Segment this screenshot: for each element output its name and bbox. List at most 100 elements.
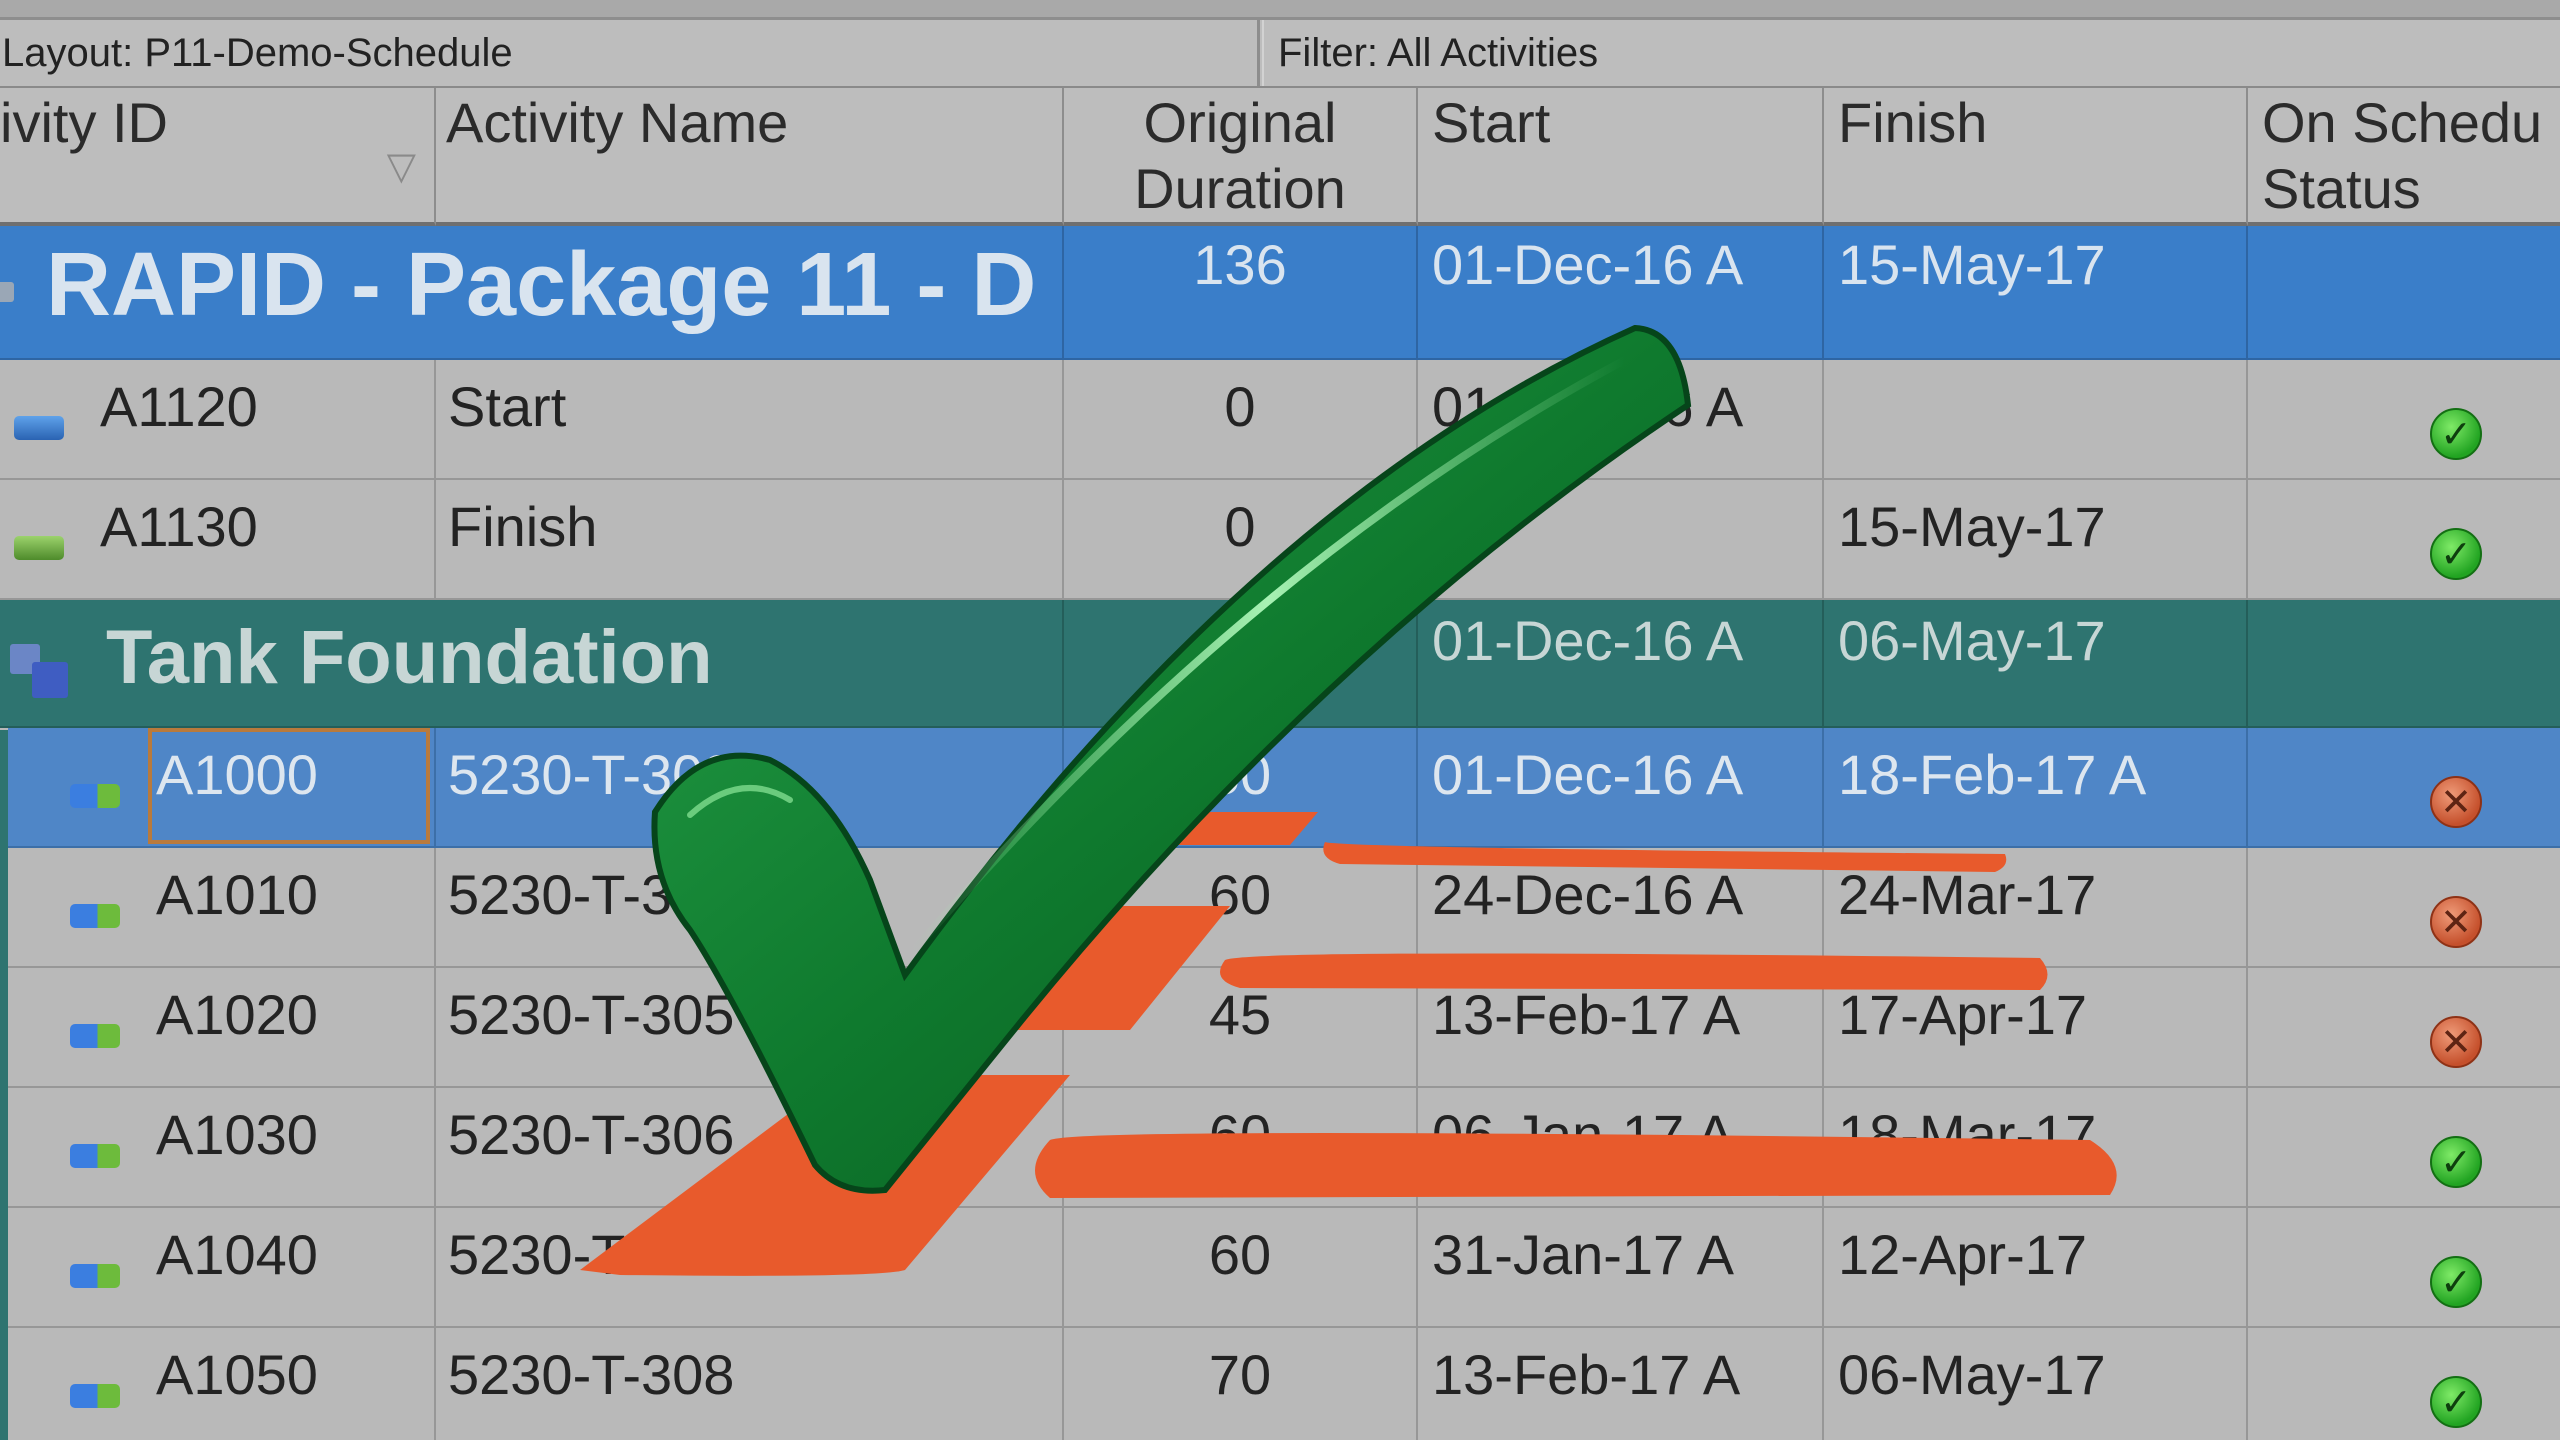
cell-status[interactable]: ✓ (2248, 360, 2560, 480)
cell-duration[interactable]: 0 (1064, 360, 1418, 480)
cell-duration[interactable]: 45 (1064, 968, 1418, 1088)
wbs-project-name: RAPID - Package 11 - D (46, 235, 1037, 335)
cell-start[interactable]: 01-Dec-16 A (1418, 360, 1824, 480)
cell-start[interactable]: 13-Feb-17 A (1418, 968, 1824, 1088)
cell-name[interactable]: 5230-T-308 (436, 1328, 1064, 1440)
activity-name: 5230-T-306 (448, 1103, 735, 1166)
cell-start[interactable]: 13-Feb-17 A (1418, 1328, 1824, 1440)
cell-id[interactable]: A1010 (8, 848, 436, 968)
wbs-tank-finish: 06-May-17 (1838, 609, 2106, 672)
cell-duration[interactable]: 60 (1064, 1088, 1418, 1208)
activity-row[interactable]: A1120 Start 0 01-Dec-16 A ✓ (0, 360, 2560, 480)
cell-status[interactable]: ✓ (2248, 1328, 2560, 1440)
cell-name[interactable]: 5230-T-306 (436, 1088, 1064, 1208)
activity-duration: 60 (1208, 1103, 1272, 1166)
column-header-activity-id[interactable]: ivity ID ▽ (0, 88, 436, 226)
task-activity-icon (70, 1024, 120, 1048)
wbs-project-duration: 136 (1193, 233, 1287, 296)
cell-start[interactable]: 01-Dec-16 A (1418, 728, 1824, 848)
cell-duration[interactable]: 70 (1064, 1328, 1418, 1440)
activity-id: A1130 (100, 495, 258, 558)
cell-duration[interactable]: 60 (1064, 848, 1418, 968)
activity-row[interactable]: A1050 5230-T-308 70 13-Feb-17 A 06-May-17 ✓ (0, 1328, 2560, 1440)
activity-duration: 60 (1208, 863, 1272, 926)
cell-name[interactable]: Finish (436, 480, 1064, 600)
cell-id[interactable]: A1120 (0, 360, 436, 480)
cell-finish[interactable]: 17-Apr-17 (1824, 968, 2248, 1088)
activity-start: 01-Dec-16 A (1432, 375, 1744, 438)
activity-row[interactable]: A1010 5230-T-304 60 24-Dec-16 A 24-Mar-17 ✕ (0, 848, 2560, 968)
cell-name[interactable]: 5230-T-304 (436, 848, 1064, 968)
activity-finish: 18-Mar-17 (1838, 1103, 2097, 1166)
wbs-tank-start: 01-Dec-16 A (1432, 609, 1744, 672)
activity-start: 06-Jan-17 A (1432, 1103, 1734, 1166)
activity-row[interactable]: A1040 5230-T-307 60 31-Jan-17 A 12-Apr-17 ✓ (0, 1208, 2560, 1328)
activity-row[interactable]: A1130 Finish 0 15-May-17 ✓ (0, 480, 2560, 600)
cell-start[interactable]: 24-Dec-16 A (1418, 848, 1824, 968)
cell-id[interactable]: A1050 (8, 1328, 436, 1440)
behind-schedule-x-icon: ✕ (2430, 896, 2482, 948)
cell-name[interactable]: 5230-T-305 (436, 968, 1064, 1088)
activity-name: 5230-T-305 (448, 983, 735, 1046)
cell-duration[interactable]: 50 (1064, 728, 1418, 848)
activity-name: Start (448, 375, 567, 438)
activity-row[interactable]: A1020 5230-T-305 45 13-Feb-17 A 17-Apr-17 ✕ (0, 968, 2560, 1088)
column-header-on-schedule-status[interactable]: On Schedu Status (2248, 88, 2560, 226)
cell-finish[interactable]: 18-Feb-17 A (1824, 728, 2248, 848)
filter-label[interactable]: Filter: All Activities (1262, 20, 2560, 86)
cell-status[interactable]: ✕ (2248, 968, 2560, 1088)
cell-finish[interactable] (1824, 360, 2248, 480)
activity-start: 24-Dec-16 A (1432, 863, 1744, 926)
cell-status[interactable]: ✕ (2248, 728, 2560, 848)
wbs-project-finish: 15-May-17 (1838, 233, 2106, 296)
activity-id: A1120 (100, 375, 258, 438)
activity-id: A1040 (156, 1223, 318, 1286)
cell-status[interactable]: ✕ (2248, 848, 2560, 968)
cell-name[interactable]: 5230-T-307 (436, 1208, 1064, 1328)
cell-id[interactable]: A1020 (8, 968, 436, 1088)
cell-start[interactable]: 31-Jan-17 A (1418, 1208, 1824, 1328)
cell-id[interactable]: A1040 (8, 1208, 436, 1328)
cell-finish[interactable]: 18-Mar-17 (1824, 1088, 2248, 1208)
cell-finish[interactable]: 15-May-17 (1824, 480, 2248, 600)
activity-name: 5230-T-307 (448, 1223, 735, 1286)
cell-status[interactable]: ✓ (2248, 1208, 2560, 1328)
activity-duration: 60 (1208, 1223, 1272, 1286)
column-header-original-duration[interactable]: Original Duration (1064, 88, 1418, 226)
cell-name[interactable]: 5230-T-303R (436, 728, 1064, 848)
layout-label[interactable]: Layout: P11-Demo-Schedule (0, 20, 1260, 86)
wbs-row-tank-foundation[interactable]: Tank Foundation 01-Dec-16 A 06-May-17 (0, 600, 2560, 728)
task-activity-icon (70, 1144, 120, 1168)
wbs-row-project[interactable]: RAPID - Package 11 - D 136 01-Dec-16 A 1… (0, 226, 2560, 360)
sort-filter-icon[interactable]: ▽ (387, 134, 416, 200)
cell-duration[interactable]: 0 (1064, 480, 1418, 600)
cell-name[interactable]: Start (436, 360, 1064, 480)
activity-start: 13-Feb-17 A (1432, 1343, 1741, 1406)
activity-duration: 70 (1208, 1343, 1272, 1406)
cell-status[interactable]: ✓ (2248, 480, 2560, 600)
activity-name: 5230-T-304 (448, 863, 735, 926)
cell-id[interactable]: A1030 (8, 1088, 436, 1208)
column-header-activity-name[interactable]: Activity Name (436, 88, 1064, 226)
cell-finish[interactable]: 12-Apr-17 (1824, 1208, 2248, 1328)
activity-finish: 15-May-17 (1838, 495, 2106, 558)
cell-start[interactable] (1418, 480, 1824, 600)
column-header-finish[interactable]: Finish (1824, 88, 2248, 226)
activity-duration: 0 (1224, 495, 1256, 558)
on-schedule-check-icon: ✓ (2430, 1256, 2482, 1308)
cell-finish[interactable]: 24-Mar-17 (1824, 848, 2248, 968)
activity-start: 31-Jan-17 A (1432, 1223, 1734, 1286)
activity-finish: 06-May-17 (1838, 1343, 2106, 1406)
wbs-collapse-icon[interactable] (0, 282, 18, 306)
cell-finish[interactable]: 06-May-17 (1824, 1328, 2248, 1440)
cell-start[interactable]: 06-Jan-17 A (1418, 1088, 1824, 1208)
activity-row[interactable]: A1030 5230-T-306 60 06-Jan-17 A 18-Mar-17 ✓ (0, 1088, 2560, 1208)
selected-cell-outline (148, 728, 430, 844)
on-schedule-check-icon: ✓ (2430, 408, 2482, 460)
wbs-group-icon[interactable] (10, 636, 76, 698)
column-header-start[interactable]: Start (1418, 88, 1824, 226)
activity-start: 13-Feb-17 A (1432, 983, 1741, 1046)
cell-duration[interactable]: 60 (1064, 1208, 1418, 1328)
cell-status[interactable]: ✓ (2248, 1088, 2560, 1208)
cell-id[interactable]: A1130 (0, 480, 436, 600)
